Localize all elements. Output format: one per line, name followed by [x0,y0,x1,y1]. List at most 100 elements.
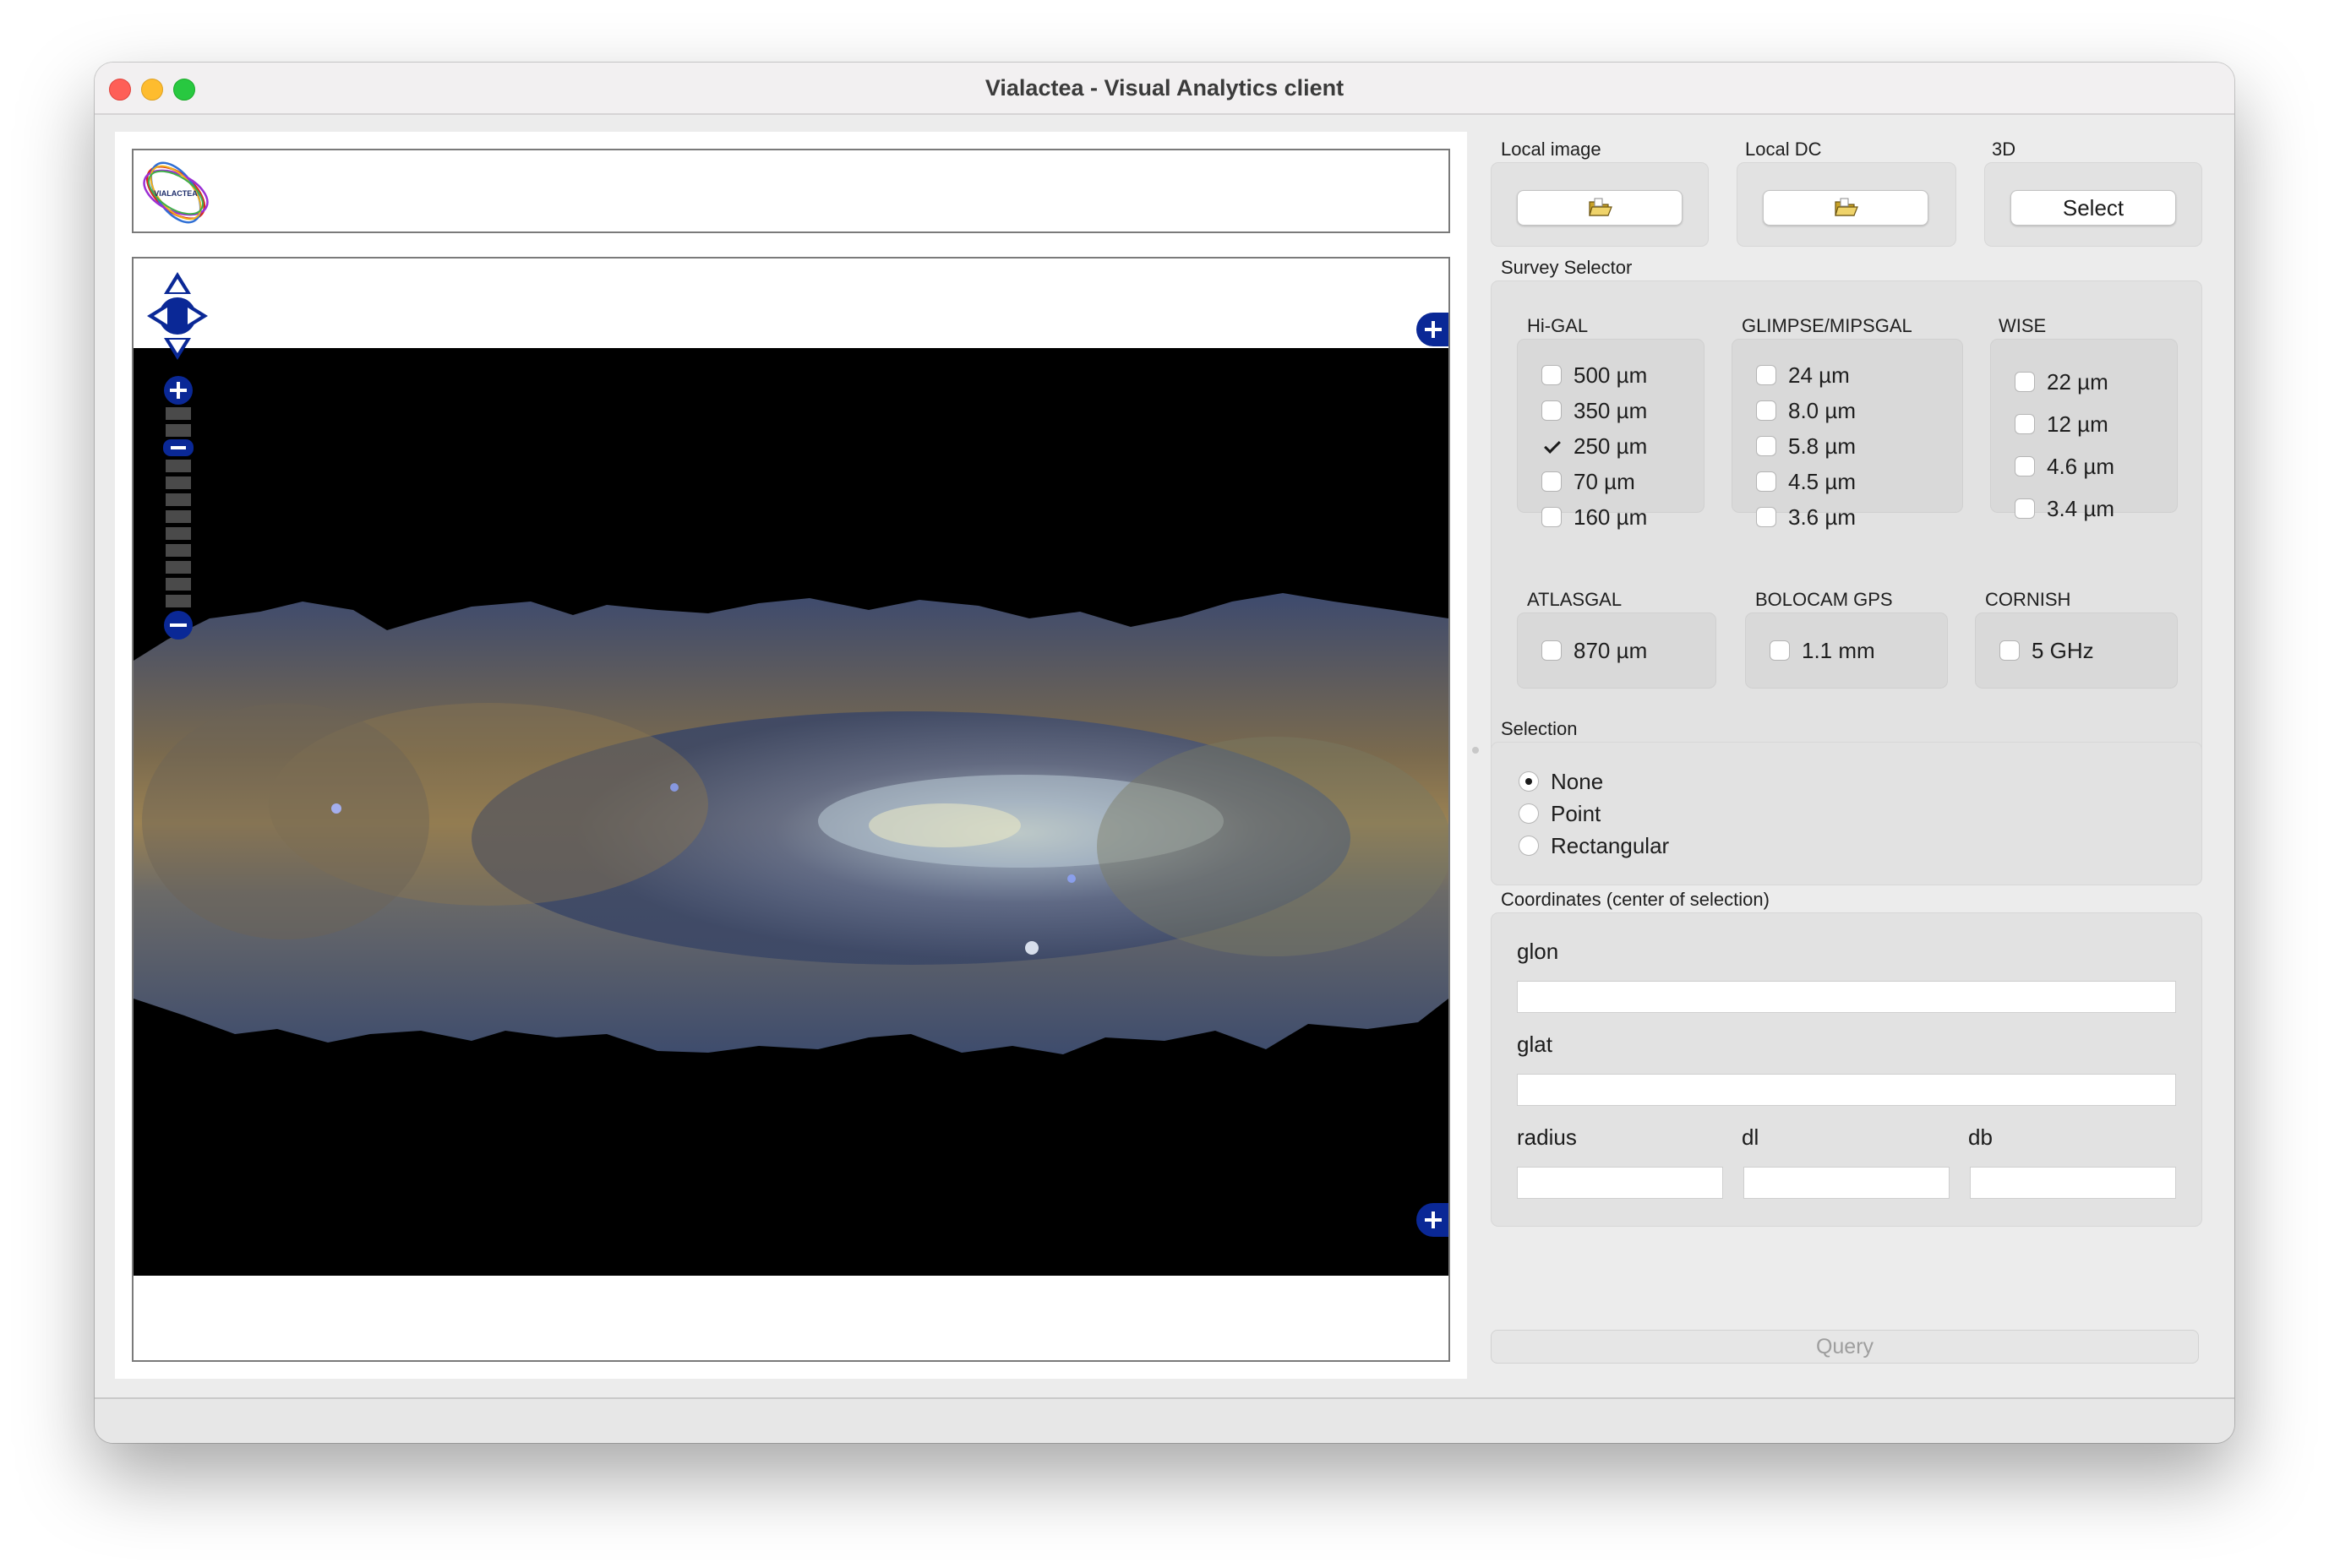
coordinates-title: Coordinates (center of selection) [1501,889,1770,910]
status-bar [95,1397,2234,1443]
glon-label: glon [1517,939,1559,964]
zoom-level-bar[interactable] [166,544,191,557]
glon-input[interactable] [1517,981,2176,1013]
wise-title: WISE [1999,315,2047,336]
zoom-level-bar[interactable] [166,595,191,607]
checkbox-box[interactable] [1541,507,1562,527]
checkbox-box[interactable] [2015,372,2035,392]
higal-250-checkbox[interactable]: 250 µm [1541,432,1647,460]
map-canvas[interactable] [134,348,1448,1276]
sky-map[interactable] [132,257,1450,1362]
title-bar: Vialactea - Visual Analytics client [95,63,2234,115]
open-local-image-button[interactable] [1517,190,1683,226]
wise-3-4-checkbox[interactable]: 3.4 µm [2015,494,2114,523]
wise-4-6-checkbox[interactable]: 4.6 µm [2015,452,2114,481]
glimpse-5-8-checkbox[interactable]: 5.8 µm [1756,432,1856,460]
checkbox-box[interactable] [1541,471,1562,492]
zoom-level-bar[interactable] [166,493,191,506]
checkbox-box[interactable] [1756,471,1776,492]
zoom-level-bar[interactable] [166,510,191,523]
checkbox-box[interactable] [2015,414,2035,434]
glat-input[interactable] [1517,1074,2176,1106]
wise-group: 22 µm 12 µm 4.6 µm 3.4 µm [1990,339,2178,521]
window-title: Vialactea - Visual Analytics client [985,75,1344,101]
checkbox-box[interactable] [1756,365,1776,385]
local-image-title: Local image [1501,139,1601,160]
zoom-level-bar[interactable] [166,476,191,489]
checkbox-box[interactable] [2015,498,2035,519]
local-dc-title: Local DC [1745,139,1822,160]
checkbox-box[interactable] [1770,640,1790,661]
3d-select-button[interactable]: Select [2010,190,2176,226]
checkbox-box[interactable] [1756,400,1776,421]
checkbox-box[interactable] [1999,640,2020,661]
higal-350-checkbox[interactable]: 350 µm [1541,396,1647,425]
selection-group: None Point Rectangular [1491,742,2202,885]
higal-160-checkbox[interactable]: 160 µm [1541,503,1647,531]
radio-circle[interactable] [1519,803,1539,824]
atlasgal-group: 870 µm [1517,612,1716,689]
logo-banner: VIALACTEA [132,149,1450,233]
glimpse-title: GLIMPSE/MIPSGAL [1742,315,1912,336]
galactic-plane-image [134,593,1448,1054]
atlasgal-870-checkbox[interactable]: 870 µm [1541,636,1647,665]
glimpse-8-checkbox[interactable]: 8.0 µm [1756,396,1856,425]
pan-control[interactable] [145,270,210,362]
radio-dot-icon[interactable] [1519,771,1539,792]
zoom-level-bar[interactable] [166,527,191,540]
vialactea-logo: VIALACTEA [143,161,209,224]
checkbox-box[interactable] [1541,640,1562,661]
bolocam-1-1-checkbox[interactable]: 1.1 mm [1770,636,1875,665]
selection-point-radio[interactable]: Point [1519,798,1601,829]
svg-text:VIALACTEA: VIALACTEA [154,189,198,198]
cornish-title: CORNISH [1985,589,2071,610]
radio-circle[interactable] [1519,836,1539,856]
checkbox-box[interactable] [1541,365,1562,385]
wise-12-checkbox[interactable]: 12 µm [2015,410,2108,438]
higal-70-checkbox[interactable]: 70 µm [1541,467,1635,496]
checkbox-box[interactable] [2015,456,2035,476]
overview-map-icon[interactable] [1416,1203,1450,1237]
cornish-5ghz-checkbox[interactable]: 5 GHz [1999,636,2094,665]
glimpse-group: 24 µm 8.0 µm 5.8 µm 4.5 µm 3.6 µm [1732,339,1963,530]
zoom-slider-handle[interactable] [163,439,194,456]
zoom-in-icon[interactable] [163,375,194,406]
glimpse-24-checkbox[interactable]: 24 µm [1756,361,1850,389]
wise-22-checkbox[interactable]: 22 µm [2015,368,2108,396]
radius-label: radius [1517,1124,1577,1150]
zoom-level-bar[interactable] [166,407,191,420]
glimpse-4-5-checkbox[interactable]: 4.5 µm [1756,467,1856,496]
image-viewer-panel: VIALACTEA [115,132,1467,1379]
selection-none-radio[interactable]: None [1519,766,1603,797]
app-window: Vialactea - Visual Analytics client VIAL… [95,63,2234,1443]
checkbox-box[interactable] [1756,507,1776,527]
glimpse-3-6-checkbox[interactable]: 3.6 µm [1756,503,1856,531]
higal-500-checkbox[interactable]: 500 µm [1541,361,1647,389]
higal-title: Hi-GAL [1527,315,1589,336]
survey-selector-group: Hi-GAL 500 µm 350 µm 250 µm 70 µm 160 µm… [1491,280,2202,770]
query-button[interactable]: Query [1491,1330,2199,1364]
checkbox-box[interactable] [1541,400,1562,421]
higal-group: 500 µm 350 µm 250 µm 70 µm 160 µm [1517,339,1704,530]
zoom-level-bar[interactable] [166,561,191,574]
glat-label: glat [1517,1032,1552,1057]
bolocam-group: 1.1 mm [1745,612,1948,689]
radius-input[interactable] [1517,1167,1723,1199]
zoom-level-bar[interactable] [166,460,191,472]
db-input[interactable] [1970,1167,2176,1199]
checkbox-box[interactable] [1756,436,1776,456]
selection-title: Selection [1501,718,1578,739]
layer-switcher-icon[interactable] [1416,313,1450,346]
zoom-out-icon[interactable] [163,610,194,640]
open-local-dc-button[interactable] [1763,190,1928,226]
cornish-group: 5 GHz [1975,612,2178,689]
dl-label: dl [1742,1124,1759,1150]
checkmark-icon[interactable] [1541,436,1562,456]
local-dc-group [1737,162,1956,247]
dl-input[interactable] [1743,1167,1950,1199]
zoom-level-bar[interactable] [166,578,191,591]
bolocam-title: BOLOCAM GPS [1755,589,1893,610]
zoom-level-bar[interactable] [166,424,191,437]
selection-rectangular-radio[interactable]: Rectangular [1519,830,1669,861]
splitter-handle[interactable] [1472,747,1479,754]
